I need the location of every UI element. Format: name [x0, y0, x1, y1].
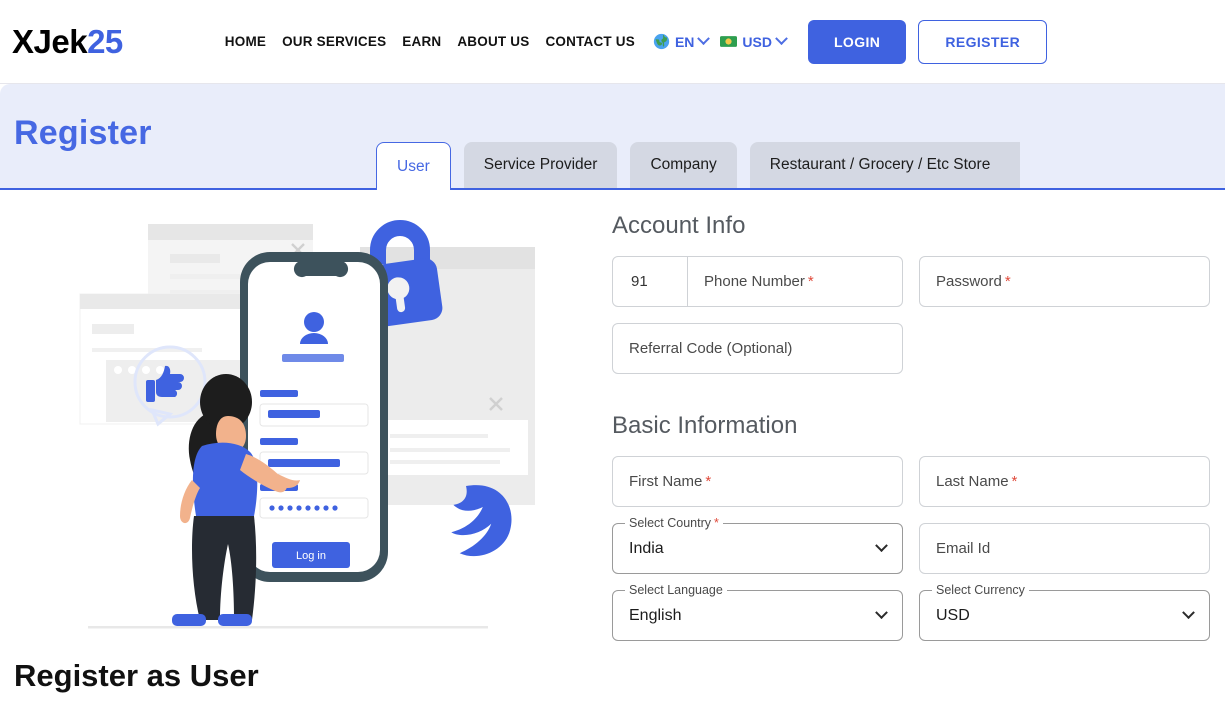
last-name-placeholder: Last Name: [936, 473, 1009, 490]
account-row-1: 91 Phone Number * Password *: [612, 256, 1225, 307]
select-currency-dropdown[interactable]: Select Currency USD: [919, 583, 1210, 641]
main-navigation: HOME OUR SERVICES EARN ABOUT US CONTACT …: [225, 34, 635, 49]
chevron-down-icon: [1182, 606, 1195, 620]
register-type-tabs: User Service Provider Company Restaurant…: [376, 140, 1021, 190]
chevron-down-icon: [697, 32, 711, 46]
page-banner: Register User Service Provider Company R…: [0, 84, 1225, 190]
select-currency-label: Select Currency: [932, 583, 1029, 597]
select-country-dropdown[interactable]: Select Country * India: [612, 516, 903, 574]
language-selector[interactable]: EN: [653, 32, 711, 50]
required-marker: *: [705, 473, 712, 490]
nav-item-our-services[interactable]: OUR SERVICES: [282, 34, 386, 49]
language-value: EN: [674, 33, 695, 50]
currency-selector[interactable]: USD: [720, 32, 788, 50]
phone-number-field[interactable]: 91 Phone Number *: [612, 256, 903, 307]
select-country-label-text: Select Country: [629, 516, 711, 530]
tab-company[interactable]: Company: [630, 142, 737, 188]
first-name-field[interactable]: First Name *: [612, 456, 903, 507]
select-language-label: Select Language: [625, 583, 727, 597]
email-field[interactable]: Email Id: [919, 523, 1210, 574]
nav-item-home[interactable]: HOME: [225, 34, 266, 49]
select-country-label: Select Country *: [625, 516, 723, 530]
email-placeholder: Email Id: [936, 540, 991, 557]
logo-text-accent: 25: [87, 23, 123, 60]
tab-restaurant-grocery-store[interactable]: Restaurant / Grocery / Etc Store: [749, 142, 1021, 188]
logo-text-primary: XJek: [12, 23, 88, 60]
tab-service-provider[interactable]: Service Provider: [463, 142, 618, 188]
auth-buttons: LOGIN REGISTER: [807, 19, 1048, 64]
nav-item-earn[interactable]: EARN: [402, 34, 441, 49]
basic-information-title: Basic Information: [612, 412, 798, 439]
tab-user[interactable]: User: [376, 142, 451, 190]
referral-code-field[interactable]: Referral Code (Optional): [612, 323, 903, 374]
select-language-dropdown[interactable]: Select Language English: [612, 583, 903, 641]
login-button[interactable]: LOGIN: [807, 19, 907, 64]
basic-row-2: Select Country * India Email Id: [612, 516, 1225, 574]
money-icon: [720, 36, 738, 47]
phone-number-input[interactable]: Phone Number *: [688, 273, 902, 290]
basic-row-1: First Name * Last Name *: [612, 456, 1225, 507]
basic-row-3: Select Language English Select Currency …: [612, 583, 1225, 641]
select-currency-value: USD: [936, 606, 970, 624]
required-marker: *: [807, 273, 814, 290]
first-name-placeholder: First Name: [629, 473, 703, 490]
chevron-down-icon: [875, 606, 888, 620]
locale-selectors: EN USD: [653, 32, 788, 50]
site-header: XJek25 HOME OUR SERVICES EARN ABOUT US C…: [0, 0, 1225, 84]
nav-item-contact-us[interactable]: CONTACT US: [545, 34, 635, 49]
last-name-field[interactable]: Last Name *: [919, 456, 1210, 507]
register-page: XJek25 HOME OUR SERVICES EARN ABOUT US C…: [0, 0, 1225, 722]
svg-text:Log in: Log in: [296, 550, 326, 562]
select-language-value: English: [629, 606, 682, 624]
phone-country-code[interactable]: 91: [613, 257, 688, 306]
nav-item-about-us[interactable]: ABOUT US: [457, 34, 529, 49]
password-placeholder: Password: [936, 273, 1002, 290]
site-logo[interactable]: XJek25: [12, 25, 123, 58]
chevron-down-icon: [775, 32, 788, 46]
required-marker: *: [713, 516, 719, 530]
register-illustration: Log in: [79, 220, 535, 629]
left-panel-heading: Register as User: [14, 658, 259, 693]
referral-code-placeholder: Referral Code (Optional): [629, 340, 793, 357]
globe-icon: [653, 33, 670, 50]
account-row-2: Referral Code (Optional): [612, 323, 1225, 374]
page-title: Register: [14, 114, 152, 152]
registration-form: Account Info 91 Phone Number * Password * …: [612, 190, 1225, 657]
account-info-title: Account Info: [612, 212, 746, 239]
register-button[interactable]: REGISTER: [918, 19, 1048, 64]
phone-number-placeholder: Phone Number: [704, 273, 805, 290]
required-marker: *: [1004, 273, 1011, 290]
password-field[interactable]: Password *: [919, 256, 1210, 307]
chevron-down-icon: [875, 539, 888, 553]
currency-value: USD: [742, 33, 772, 50]
select-country-value: India: [629, 539, 664, 557]
required-marker: *: [1011, 473, 1018, 490]
left-panel: Log in Register as User: [0, 190, 590, 722]
